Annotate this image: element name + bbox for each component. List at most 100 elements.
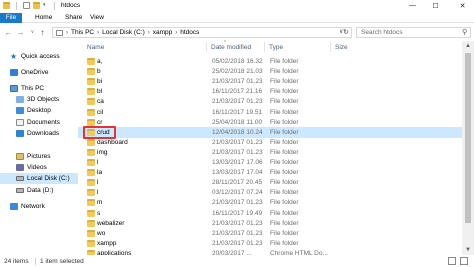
- details-view-button[interactable]: [448, 257, 456, 265]
- folder-icon: [87, 108, 95, 116]
- sidebar-item-network[interactable]: Network: [0, 201, 78, 212]
- file-name[interactable]: bi: [97, 78, 102, 85]
- scrollbar-thumb[interactable]: [465, 53, 471, 223]
- recent-locations-button[interactable]: ∨: [28, 28, 37, 37]
- back-button[interactable]: ←: [4, 28, 13, 37]
- new-folder-icon[interactable]: [33, 2, 40, 9]
- file-row[interactable]: applications 20/03/2017 ... Chrome HTML Do…: [78, 248, 462, 255]
- folder-icon: [87, 98, 95, 106]
- file-type: File folder: [270, 199, 299, 207]
- sidebar-item-this-pc[interactable]: This PC: [0, 83, 78, 94]
- folder-icon: [87, 219, 95, 227]
- file-type: File folder: [270, 229, 299, 237]
- videos-icon: [16, 164, 24, 171]
- search-icon: ⚲: [462, 29, 468, 36]
- file-name[interactable]: cr: [97, 119, 102, 126]
- file-name[interactable]: l: [97, 159, 98, 166]
- address-bar[interactable]: › This PC › Local Disk (C:) › xampp › ht…: [52, 27, 352, 38]
- pictures-icon: [16, 153, 24, 160]
- sidebar-item-pictures[interactable]: Pictures: [0, 151, 78, 162]
- breadcrumb-xampp[interactable]: xampp: [153, 29, 173, 36]
- search-input[interactable]: Search htdocs: [356, 27, 471, 38]
- file-name[interactable]: wo: [97, 230, 105, 237]
- folder-icon: [87, 138, 95, 146]
- file-date-modified: 21/03/2017 01.23: [212, 148, 263, 156]
- refresh-button[interactable]: ↻: [343, 27, 352, 38]
- computer-icon: [56, 29, 63, 36]
- sidebar-item-label: 3D Objects: [27, 96, 60, 103]
- breadcrumb-separator: ›: [175, 29, 178, 36]
- properties-icon[interactable]: [23, 2, 30, 9]
- maximize-button[interactable]: ☐: [427, 0, 444, 11]
- folder-icon: [87, 169, 95, 177]
- file-type: File folder: [270, 108, 299, 116]
- minimize-button[interactable]: —: [404, 0, 421, 11]
- sidebar-item-label: Downloads: [27, 130, 60, 137]
- sidebar-item-documents[interactable]: Documents: [0, 117, 78, 128]
- file-date-modified: 25/02/2018 21.03: [212, 68, 263, 76]
- folder-icon: [87, 209, 95, 217]
- sidebar-item-onedrive[interactable]: OneDrive: [0, 67, 78, 78]
- column-date-modified[interactable]: Date modified: [211, 44, 251, 51]
- large-icons-view-button[interactable]: [460, 257, 468, 265]
- breadcrumb-htdocs[interactable]: htdocs: [180, 29, 199, 36]
- folder-icon: [87, 229, 95, 237]
- file-type: File folder: [270, 78, 299, 86]
- sidebar-item-videos[interactable]: Videos: [0, 162, 78, 173]
- file-name[interactable]: m: [97, 199, 102, 206]
- breadcrumb-local-disk[interactable]: Local Disk (C:): [102, 29, 145, 36]
- forward-button[interactable]: →: [16, 28, 25, 37]
- file-date-modified: 16/11/2017 19.51: [212, 108, 263, 116]
- file-name[interactable]: l: [97, 179, 98, 186]
- file-name[interactable]: webalizer: [97, 220, 124, 227]
- close-button[interactable]: ✕: [454, 0, 471, 11]
- file-name[interactable]: ca: [97, 98, 104, 105]
- tab-view[interactable]: View: [85, 13, 109, 23]
- tab-home[interactable]: Home: [30, 13, 57, 23]
- file-date-modified: 25/04/2018 11.00: [212, 118, 263, 126]
- file-name[interactable]: la: [97, 169, 102, 176]
- column-size[interactable]: Size: [335, 44, 348, 51]
- folder-icon: [87, 68, 95, 76]
- file-type: File folder: [270, 148, 299, 156]
- network-icon: [10, 203, 18, 210]
- scroll-down-button[interactable]: ▼: [462, 245, 474, 255]
- file-name[interactable]: l: [97, 189, 98, 196]
- file-date-modified: 13/03/2017 17.04: [212, 169, 263, 177]
- vertical-scrollbar[interactable]: ▲ ▼: [462, 41, 474, 255]
- sidebar-item-downloads[interactable]: Downloads: [0, 128, 78, 139]
- sidebar-item-local-disk[interactable]: Local Disk (C:): [0, 173, 78, 184]
- file-name[interactable]: cil: [97, 109, 103, 116]
- selection-count: 1 item selected: [40, 258, 84, 265]
- address-row: ← → ∨ ↑ › This PC › Local Disk (C:) › xa…: [0, 24, 474, 41]
- column-type[interactable]: Type: [269, 44, 283, 51]
- column-name[interactable]: Name: [87, 44, 104, 51]
- file-name[interactable]: img: [97, 149, 107, 156]
- window-title: htdocs: [61, 2, 81, 9]
- sidebar-item-label: Documents: [27, 119, 60, 126]
- folder-icon: [87, 189, 95, 197]
- column-divider[interactable]: [330, 42, 331, 52]
- sidebar-item-3d-objects[interactable]: 3D Objects: [0, 94, 78, 105]
- up-button[interactable]: ↑: [38, 28, 47, 37]
- sidebar-item-label: Quick access: [21, 53, 60, 60]
- sidebar-item-desktop[interactable]: Desktop: [0, 105, 78, 116]
- file-name[interactable]: dashboard: [97, 139, 128, 146]
- file-name[interactable]: xampp: [97, 240, 117, 247]
- customize-toolbar-dropdown-icon[interactable]: ▾: [43, 3, 48, 8]
- file-name[interactable]: s: [97, 210, 100, 217]
- scroll-up-button[interactable]: ▲: [462, 41, 474, 51]
- breadcrumb-this-pc[interactable]: This PC: [71, 29, 94, 36]
- column-divider[interactable]: [264, 42, 265, 52]
- column-divider[interactable]: [206, 42, 207, 52]
- folder-icon: [87, 239, 95, 247]
- file-type: File folder: [270, 169, 299, 177]
- quick-access-toolbar: ▾ htdocs: [0, 1, 81, 10]
- file-name[interactable]: a,: [97, 58, 102, 65]
- file-name[interactable]: b: [97, 68, 101, 75]
- tab-file[interactable]: File: [0, 13, 22, 23]
- sidebar-item-quick-access[interactable]: ★ Quick access: [0, 51, 78, 62]
- tab-share[interactable]: Share: [60, 13, 87, 23]
- file-name[interactable]: bl: [97, 88, 102, 95]
- sidebar-item-data-drive[interactable]: Data (D:): [0, 185, 78, 196]
